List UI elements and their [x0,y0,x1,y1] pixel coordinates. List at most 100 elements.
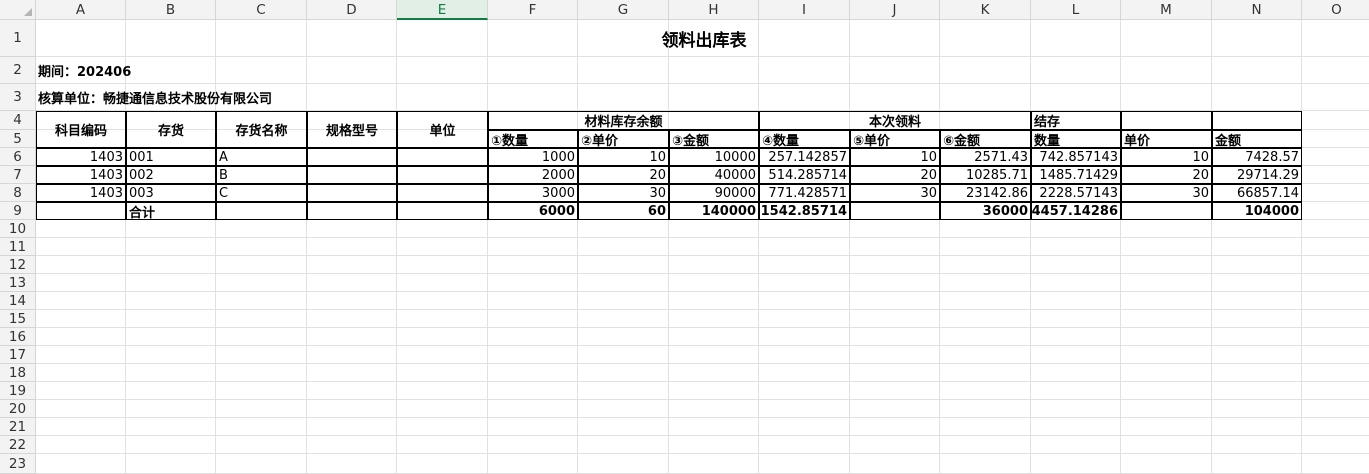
grid-cell[interactable] [126,238,216,256]
grid-cell[interactable] [488,292,578,310]
grid-cell[interactable] [307,328,397,346]
grid-cell[interactable] [578,454,669,474]
column-header-o[interactable]: O [1302,0,1369,20]
grid-cell[interactable] [850,220,940,238]
grid-cell[interactable] [1212,364,1302,382]
grid-cell[interactable] [1212,454,1302,474]
header-qty3[interactable]: 数量 [1031,130,1121,149]
data-cell-blank[interactable] [397,148,488,166]
grid-cell[interactable] [36,274,126,292]
grid-cell[interactable] [1121,436,1212,454]
grid-cell[interactable] [1121,346,1212,364]
grid-cell[interactable] [1212,346,1302,364]
total-cell-a2[interactable]: 36000 [940,202,1031,220]
grid-cell[interactable] [759,328,850,346]
grid-cell[interactable] [1031,220,1121,238]
data-cell-p2[interactable]: 20 [850,166,940,184]
grid-cell[interactable] [940,84,1031,111]
grid-cell[interactable] [759,256,850,274]
grid-cell[interactable] [307,292,397,310]
data-cell-blank[interactable] [307,184,397,202]
grid-cell[interactable] [669,310,759,328]
grid-cell[interactable] [1031,238,1121,256]
sheet-title[interactable]: 领料出库表 [36,20,1369,57]
total-cell-q2[interactable]: 1542.85714 [759,202,850,220]
data-cell-p3[interactable]: 10 [1121,148,1212,166]
data-cell-p2[interactable]: 10 [850,148,940,166]
grid-cell[interactable] [759,382,850,400]
grid-cell[interactable] [1302,84,1369,111]
data-cell-blank[interactable] [397,184,488,202]
grid-cell[interactable] [1121,256,1212,274]
grid-cell[interactable] [669,400,759,418]
grid-cell[interactable] [1121,364,1212,382]
total-cell-blank[interactable] [216,202,307,220]
column-header-e[interactable]: E [397,0,488,20]
grid-cell[interactable] [216,238,307,256]
grid-cell[interactable] [397,328,488,346]
grid-cell[interactable] [216,436,307,454]
grid-cell[interactable] [759,238,850,256]
grid-cell[interactable] [669,220,759,238]
grid-cell[interactable] [940,418,1031,436]
column-header-h[interactable]: H [669,0,759,20]
grid-cell[interactable] [850,57,940,84]
grid-cell[interactable] [669,454,759,474]
grid-cell[interactable] [126,220,216,238]
grid-cell[interactable] [1031,256,1121,274]
header-qty2[interactable]: ④数量 [759,130,850,149]
data-cell-q2[interactable]: 257.142857 [759,148,850,166]
data-cell-p3[interactable]: 20 [1121,166,1212,184]
data-cell-inv[interactable]: 002 [126,166,216,184]
grid-cell[interactable] [1302,346,1369,364]
grid-cell[interactable] [1302,111,1369,130]
grid-cell[interactable] [126,364,216,382]
grid-cell[interactable] [1031,310,1121,328]
total-cell-q3[interactable]: 4457.14286 [1031,202,1121,220]
grid-cell[interactable] [1121,57,1212,84]
grid-cell[interactable] [669,382,759,400]
grid-cell[interactable] [216,328,307,346]
header-closing-balance[interactable]: 结存 [1031,111,1121,130]
header-amount2[interactable]: ⑥金额 [940,130,1031,149]
grid-cell[interactable] [850,328,940,346]
grid-cell[interactable] [1031,436,1121,454]
grid-cell[interactable] [1212,256,1302,274]
grid-cell[interactable] [397,57,488,84]
data-cell-inv[interactable]: 003 [126,184,216,202]
row-header-13[interactable]: 13 [0,274,36,292]
grid-cell[interactable] [1302,184,1369,202]
grid-cell[interactable] [940,220,1031,238]
grid-cell[interactable] [1302,310,1369,328]
grid-cell[interactable] [397,436,488,454]
grid-cell[interactable] [759,84,850,111]
header-price2[interactable]: ⑤单价 [850,130,940,149]
grid-cell[interactable] [397,238,488,256]
grid-cell[interactable] [36,292,126,310]
grid-cell[interactable] [1121,382,1212,400]
grid-cell[interactable] [940,274,1031,292]
grid-cell[interactable] [759,418,850,436]
column-header-j[interactable]: J [850,0,940,20]
data-cell-q1[interactable]: 3000 [488,184,578,202]
grid-cell[interactable] [1212,220,1302,238]
grid-cell[interactable] [940,346,1031,364]
header-spec[interactable]: 规格型号 [307,111,397,148]
grid-cell[interactable] [850,256,940,274]
grid-cell[interactable] [850,382,940,400]
grid-cell[interactable] [940,256,1031,274]
grid-cell[interactable] [488,256,578,274]
grid-cell[interactable] [488,364,578,382]
grid-cell[interactable] [216,292,307,310]
data-cell-q3[interactable]: 742.857143 [1031,148,1121,166]
grid-cell[interactable] [1302,400,1369,418]
header-price3[interactable]: 单价 [1121,130,1212,149]
grid-cell[interactable] [488,436,578,454]
grid-cell[interactable] [216,274,307,292]
data-cell-blank[interactable] [307,148,397,166]
grid-cell[interactable] [759,57,850,84]
grid-cell[interactable] [669,274,759,292]
grid-cell[interactable] [1121,84,1212,111]
grid-cell[interactable] [1302,238,1369,256]
grid-cell[interactable] [1031,57,1121,84]
